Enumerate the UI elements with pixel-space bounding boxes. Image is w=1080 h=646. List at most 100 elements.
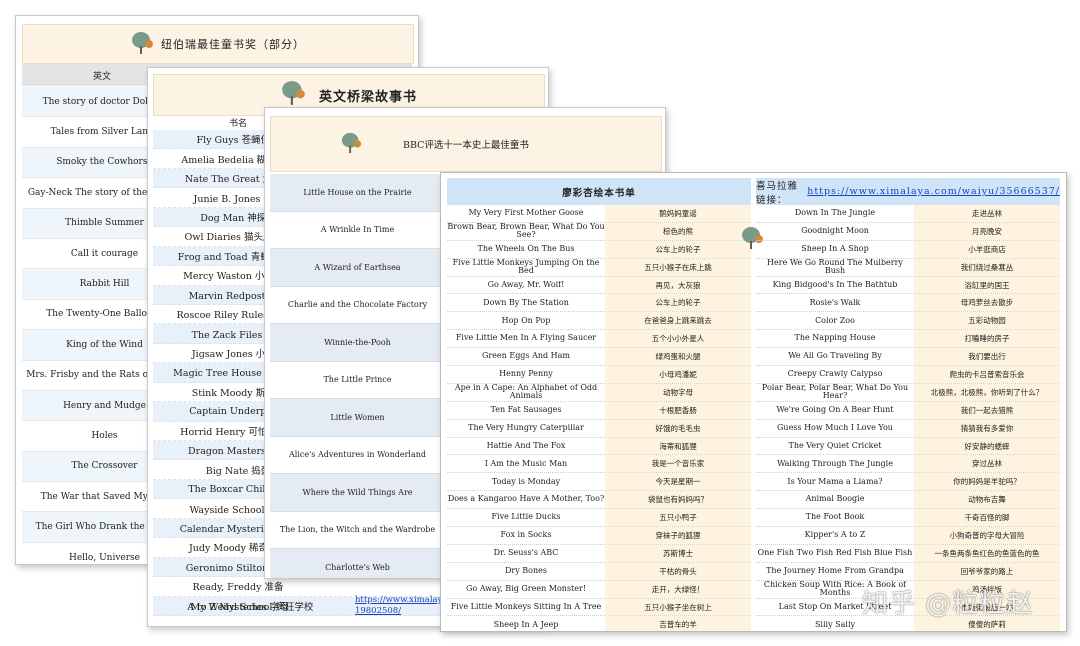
book-title-en: My Very First Mother Goose xyxy=(468,209,584,218)
table-row: Little Women xyxy=(270,399,445,437)
table-row: Five Little Monkeys Jumping On the Bed 五只… xyxy=(447,259,751,277)
liao-caixing-sheet: 廖彩杏绘本书单 My Very First Mother Goose 鹅妈妈童谣 B… xyxy=(440,172,1067,632)
table-row: Down By The Station 公车上的轮子 xyxy=(447,294,751,313)
book-title-en: Kipper's A to Z xyxy=(804,531,866,540)
book-title-en: Here We Go Round The Mulberry Bush xyxy=(767,258,903,276)
table-row: Polar Bear, Polar Bear, What Do You Hear… xyxy=(756,384,1060,402)
book-title: My Weird School 疯狂学校 xyxy=(190,602,314,613)
table-row: Kipper's A to Z 小狗奇普的字母大冒险 xyxy=(756,527,1060,545)
book-title-zh: 公车上的轮子 xyxy=(605,294,751,312)
table-row: Ape in A Cape: An Alphabet of Odd Animal… xyxy=(447,384,751,402)
book-title-zh: 我们绕过桑葚丛 xyxy=(914,258,1060,276)
book-title-en: Five Little Monkeys Sitting In A Tree xyxy=(450,602,602,611)
table-row: The Journey Home From Grandpa 回爷爷家的路上 xyxy=(756,562,1060,581)
book-title-zh: 动物字母 xyxy=(605,383,751,401)
book-title-zh: 猜猜我有多爱你 xyxy=(914,419,1060,437)
book-title-en: Go Away, Mr. Wolf! xyxy=(487,280,565,289)
table-row: Where the Wild Things Are xyxy=(270,474,445,512)
table-row: Dry Bones 干枯的骨头 xyxy=(447,562,751,581)
table-row: Sheep In A Jeep 吉普车的羊 xyxy=(447,616,751,631)
book-title-en: Is Your Mama a Llama? xyxy=(787,477,883,486)
book-title-en: We All Go Traveling By xyxy=(788,352,882,361)
table-row: We're Going On A Bear Hunt 我们一起去猎熊 xyxy=(756,401,1060,420)
book-title-zh: 穿过丛林 xyxy=(914,455,1060,473)
table-row: Guess How Much I Love You 猜猜我有多爱你 xyxy=(756,419,1060,438)
book-title-zh: 爬虫的卡吕普索音乐会 xyxy=(914,366,1060,383)
book-title-en: Goodnight Moon xyxy=(801,227,869,236)
book-title-zh: 浴缸里的国王 xyxy=(914,276,1060,294)
book-title-zh: 打瞌睡的房子 xyxy=(914,330,1060,348)
book-list: Little House on the Prairie A Wrinkle In … xyxy=(270,174,445,578)
book-title-en: Go Away, Big Green Monster! xyxy=(465,584,587,593)
table-row: The Little Prince xyxy=(270,362,445,399)
table-row: Alice's Adventures in Wonderland xyxy=(270,437,445,474)
table-row: The Wheels On The Bus 公车上的轮子 xyxy=(447,240,751,259)
table-row: Henny Penny 小母鸡潘妮 xyxy=(447,366,751,384)
link-line: 19802508/ xyxy=(354,606,402,616)
ximalaya-link[interactable]: https://www.ximalaya.com/waiyu/35666537/ xyxy=(807,186,1060,197)
book-title-zh: 五彩动物园 xyxy=(914,312,1060,330)
book-title-en: Guess How Much I Love You xyxy=(777,423,893,432)
book-title-zh: 穿袜子的狐狸 xyxy=(605,527,751,544)
book-title-zh: 绿鸡蛋和火腿 xyxy=(605,348,751,366)
book-list: My Very First Mother Goose 鹅妈妈童谣 Brown Bea… xyxy=(447,205,751,631)
table-row: Dr. Seuss's ABC 苏斯博士 xyxy=(447,544,751,563)
book-title-en: Five Little Men In A Flying Saucer xyxy=(455,334,597,343)
sheet-title-text: BBC评选十一本史上最佳童书 xyxy=(403,140,529,151)
book-title-zh: 好饿的毛毛虫 xyxy=(605,419,751,437)
book-title-en: Five Little Ducks xyxy=(491,513,561,522)
column-header: 廖彩杏绘本书单 xyxy=(447,178,751,205)
book-title-zh: 公车上的轮子 xyxy=(605,240,751,258)
book-title-zh: 五只小猴子坐在树上 xyxy=(605,598,751,616)
book-title-en: The Very Quiet Cricket xyxy=(788,441,882,450)
book-title-en: The Wheels On The Bus xyxy=(477,244,575,253)
book-title-zh: 母鸡萝丝去散步 xyxy=(914,294,1060,312)
book-title-zh: 五只小猴子在床上跳 xyxy=(605,258,751,276)
table-row: Go Away, Mr. Wolf! 再见，大灰狼 xyxy=(447,276,751,295)
left-column: 廖彩杏绘本书单 My Very First Mother Goose 鹅妈妈童谣 B… xyxy=(447,178,751,631)
book-title-zh: 走开，大绿怪！ xyxy=(605,580,751,598)
book-title-en: Ape in A Cape: An Alphabet of Odd Animal… xyxy=(454,383,598,401)
table-row: Is Your Mama a Llama? 你的妈妈是羊驼吗？ xyxy=(756,473,1060,492)
table-row: A Wizard of Earthsea xyxy=(270,249,445,287)
book-title-zh: 好安静的蟋蟀 xyxy=(914,437,1060,455)
table-row: Five Little Monkeys Sitting In A Tree 五只小… xyxy=(447,598,751,617)
book-title-en: Down In The Jungle xyxy=(794,209,876,218)
book-title-en: Rosie's Walk xyxy=(809,298,861,307)
book-title-zh: 你的妈妈是羊驼吗？ xyxy=(914,473,1060,491)
book-title-zh: 月亮晚安 xyxy=(914,222,1060,240)
book-title-en: Fox in Socks xyxy=(500,531,552,540)
book-title-en: Does a Kangaroo Have A Mother, Too? xyxy=(447,495,605,504)
table-row: Sheep In A Shop 小羊逛商店 xyxy=(756,240,1060,259)
book-title-en: Five Little Monkeys Jumping On the Bed xyxy=(452,258,600,276)
book-title-en: I Am the Music Man xyxy=(484,459,568,468)
table-row: My Very First Mother Goose 鹅妈妈童谣 xyxy=(447,205,751,223)
table-row: Green Eggs And Ham 绿鸡蛋和火腿 xyxy=(447,348,751,367)
zhihu-watermark: 知乎 @粒粒赵 xyxy=(862,589,1034,619)
table-row: Color Zoo 五彩动物园 xyxy=(756,312,1060,331)
book-title-en: Dry Bones xyxy=(505,567,547,575)
sheet-title-text: 英文桥梁故事书 xyxy=(318,89,417,105)
table-row: Charlie and the Chocolate Factory xyxy=(270,287,445,324)
book-title-en: Ten Fat Sausages xyxy=(490,405,562,414)
sheet-title-text: 纽伯瑞最佳童书奖（部分） xyxy=(161,38,305,51)
book-title-en: Green Eggs And Ham xyxy=(481,352,571,361)
table-row: One Fish Two Fish Red Fish Blue Fish 一条鱼两… xyxy=(756,544,1060,563)
table-row: The Foot Book 千奇百怪的脚 xyxy=(756,509,1060,528)
table-row: Today is Monday 今天是星期一 xyxy=(447,473,751,492)
table-row: The Very Quiet Cricket 好安静的蟋蟀 xyxy=(756,437,1060,456)
book-title-zh: 海蒂和狐狸 xyxy=(605,437,751,455)
book-title-zh: 动物布吉舞 xyxy=(914,491,1060,509)
table-row: Five Little Men In A Flying Saucer 五个小小外星… xyxy=(447,330,751,349)
book-title-zh: 千奇百怪的脚 xyxy=(914,509,1060,527)
book-title-zh: 小羊逛商店 xyxy=(914,240,1060,258)
tree-logo-icon xyxy=(341,131,363,158)
table-row: Goodnight Moon 月亮晚安 xyxy=(756,222,1060,241)
book-title-en: Sheep In A Jeep xyxy=(493,620,559,629)
book-title-zh: 在爸爸身上跳来跳去 xyxy=(605,312,751,330)
right-column: 喜马拉雅链接： https://www.ximalaya.com/waiyu/3… xyxy=(756,178,1060,631)
book-title-en: Sheep In A Shop xyxy=(801,244,869,253)
table-row: Hattie And The Fox 海蒂和狐狸 xyxy=(447,437,751,456)
book-title-zh: 一条鱼两条鱼红色的鱼蓝色的鱼 xyxy=(914,544,1060,562)
book-title-en: King Bidgood's In The Bathtub xyxy=(772,280,898,289)
